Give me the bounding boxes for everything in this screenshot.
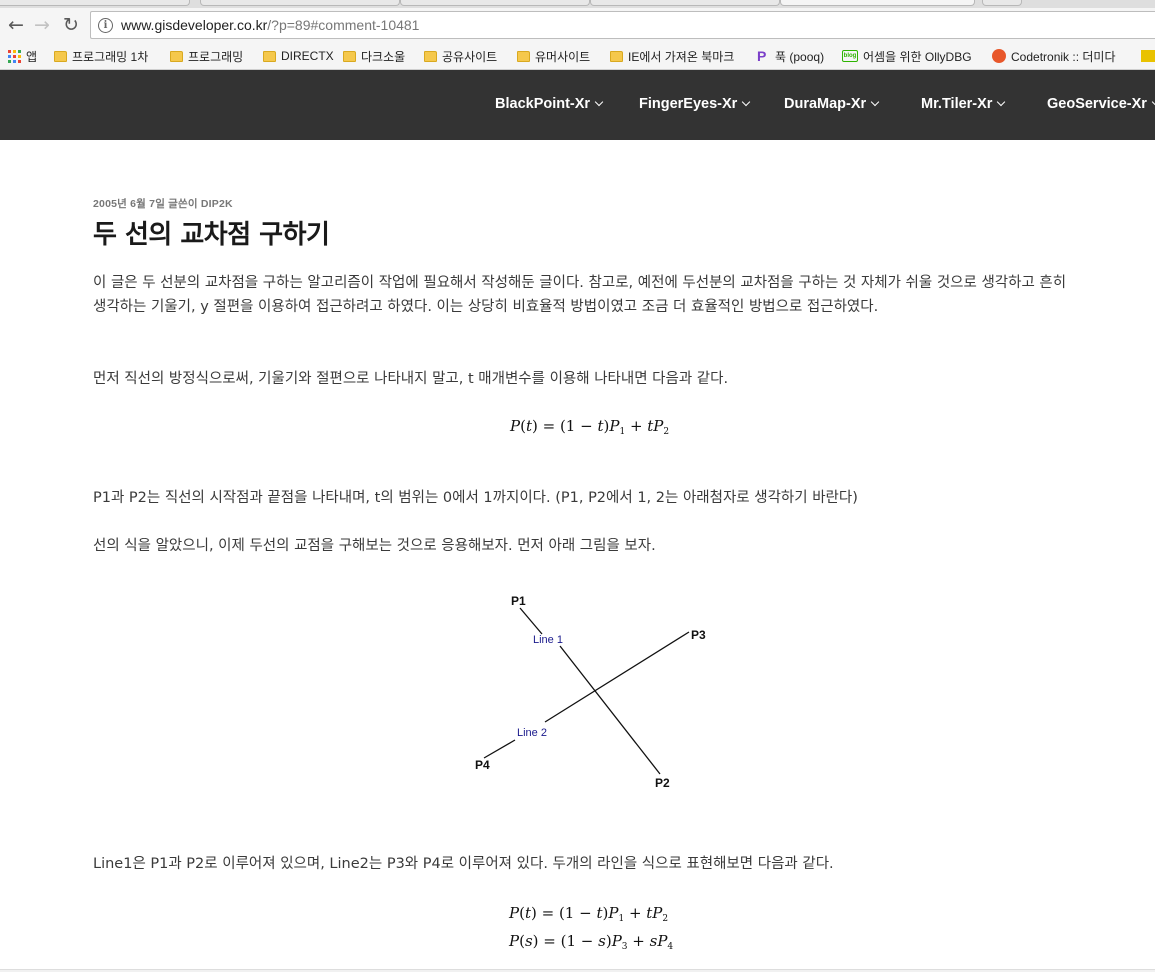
bookmark-folder[interactable]: 유머사이트: [517, 47, 590, 65]
line1-label: Line 1: [533, 634, 563, 646]
bookmark-label: 프로그래밍 1차: [72, 49, 149, 64]
forward-arrow-icon[interactable]: →: [30, 13, 54, 37]
address-bar[interactable]: i www.gisdeveloper.co.kr/?p=89#comment-1…: [90, 11, 1155, 39]
url-host: www.gisdeveloper.co.kr: [121, 17, 268, 33]
equation-line2: P(s) = (1 − s)P3 + sP4: [509, 932, 674, 952]
post-paragraph: P1과 P2는 직선의 시작점과 끝점을 나타내며, t의 범위는 0에서 1까…: [93, 490, 858, 506]
bookmark-overflow[interactable]: [1141, 47, 1155, 65]
folder-icon: [424, 50, 437, 62]
folder-icon: [170, 50, 183, 62]
nav-item-mrtiler[interactable]: Mr.Tiler-Xr: [921, 96, 1006, 112]
back-arrow-icon[interactable]: ←: [4, 13, 28, 37]
browser-toolbar: ← → ↻ i www.gisdeveloper.co.kr/?p=89#com…: [0, 8, 1155, 43]
line1-segment: [559, 645, 661, 775]
site-header-nav: BlackPoint-Xr FingerEyes-Xr DuraMap-Xr M…: [0, 70, 1155, 140]
equation-line1: P(t) = (1 − t)P1 + tP2: [509, 904, 669, 924]
bookmark-label: IE에서 가져온 북마크: [628, 49, 735, 64]
bookmark-folder[interactable]: IE에서 가져온 북마크: [610, 47, 734, 65]
post-title: 두 선의 교차점 구하기: [93, 220, 330, 250]
point-label-p3: P3: [691, 628, 706, 642]
url-path: /?p=89#comment-10481: [267, 17, 420, 33]
folder-icon: [610, 50, 623, 62]
chevron-down-icon: [870, 97, 880, 107]
nav-item-label: BlackPoint-Xr: [495, 96, 591, 112]
point-label-p1: P1: [511, 594, 526, 608]
new-tab-button[interactable]: [982, 0, 1022, 6]
bookmark-label: 유머사이트: [535, 49, 591, 64]
chevron-down-icon: [594, 97, 604, 107]
bookmark-favicon-icon: [1141, 50, 1155, 62]
site-info-icon[interactable]: i: [98, 18, 113, 33]
post-meta: 2005년 6월 7일 글쓴이 DIP2K: [93, 198, 233, 210]
reload-icon[interactable]: ↻: [59, 13, 83, 37]
bookmark-label: 어셈을 위한 OllyDBG: [863, 49, 972, 64]
line-intersection-diagram: P1 P2 P3 P4 Line 1 Line 2: [475, 594, 706, 790]
nav-item-label: DuraMap-Xr: [784, 96, 867, 112]
browser-tab-active[interactable]: [780, 0, 975, 6]
url-text[interactable]: www.gisdeveloper.co.kr/?p=89#comment-104…: [121, 17, 419, 33]
pooq-icon: P: [757, 48, 767, 64]
line1-segment: [519, 607, 543, 635]
browser-tab[interactable]: [590, 0, 780, 6]
folder-icon: [517, 50, 530, 62]
apps-grid-icon: [8, 49, 21, 63]
nav-item-blackpoint[interactable]: BlackPoint-Xr: [495, 96, 604, 112]
line2-segment: [483, 739, 516, 759]
bookmark-folder[interactable]: DIRECTX: [263, 47, 334, 65]
bookmark-pooq[interactable]: P 푹 (pooq): [757, 47, 824, 65]
bookmark-label: 공유사이트: [442, 49, 498, 64]
bookmark-label: 푹 (pooq): [775, 49, 825, 64]
nav-item-label: FingerEyes-Xr: [639, 96, 738, 112]
post-paragraph: 선의 식을 알았으니, 이제 두선의 교점을 구해보는 것으로 응용해보자. 먼…: [93, 538, 656, 554]
nav-item-duramap[interactable]: DuraMap-Xr: [784, 96, 880, 112]
bookmark-ollydbg[interactable]: blog 어셈을 위한 OllyDBG: [842, 47, 972, 65]
bookmark-folder[interactable]: 다크소울: [343, 47, 405, 65]
post-paragraph: 먼저 직선의 방정식으로써, 기울기와 절편으로 나타내지 말고, t 매개변수…: [93, 371, 729, 387]
nav-item-label: Mr.Tiler-Xr: [921, 96, 993, 112]
nav-item-geoservice[interactable]: GeoService-Xr: [1047, 96, 1155, 112]
folder-icon: [54, 50, 67, 62]
chevron-down-icon: [742, 97, 751, 107]
bookmark-label: 앱: [26, 49, 38, 64]
point-label-p4: P4: [475, 758, 490, 772]
browser-tab[interactable]: [0, 0, 190, 6]
bookmarks-bar: 앱 프로그래밍 1차 프로그래밍 DIRECTX 다크소울 공유사이트 유머사이…: [0, 43, 1155, 70]
line2-label: Line 2: [517, 727, 547, 739]
bookmark-folder[interactable]: 프로그래밍 1차: [54, 47, 148, 65]
browser-tab[interactable]: [400, 0, 590, 6]
bookmark-label: Codetronik :: 더미다: [1011, 49, 1116, 64]
browser-tab-strip: [0, 0, 1155, 8]
codetronik-icon: [992, 49, 1006, 63]
bookmark-label: DIRECTX: [281, 49, 334, 63]
bookmark-codetronik[interactable]: Codetronik :: 더미다: [992, 47, 1116, 65]
browser-tab[interactable]: [200, 0, 400, 6]
bookmark-label: 다크소울: [361, 49, 406, 64]
post-paragraph-intro: 이 글은 두 선분의 교차점을 구하는 알고리즘이 작업에 필요해서 작성해둔 …: [93, 275, 1067, 315]
nav-item-label: GeoService-Xr: [1047, 96, 1147, 112]
bookmark-apps[interactable]: 앱: [8, 47, 37, 65]
bookmark-label: 프로그래밍: [188, 49, 244, 64]
line2-segment: [544, 631, 690, 723]
bookmark-folder[interactable]: 프로그래밍: [170, 47, 243, 65]
blog-icon: blog: [842, 50, 858, 62]
folder-icon: [263, 50, 276, 62]
equation-line: P(t) = (1 − t)P1 + tP2: [510, 417, 670, 437]
post-paragraph: Line1은 P1과 P2로 이루어져 있으며, Line2는 P3와 P4로 …: [93, 856, 834, 872]
chevron-down-icon: [997, 97, 1006, 107]
folder-icon: [343, 50, 356, 62]
nav-item-fingereyes[interactable]: FingerEyes-Xr: [639, 96, 751, 112]
point-label-p2: P2: [655, 776, 670, 790]
bookmark-folder[interactable]: 공유사이트: [424, 47, 497, 65]
